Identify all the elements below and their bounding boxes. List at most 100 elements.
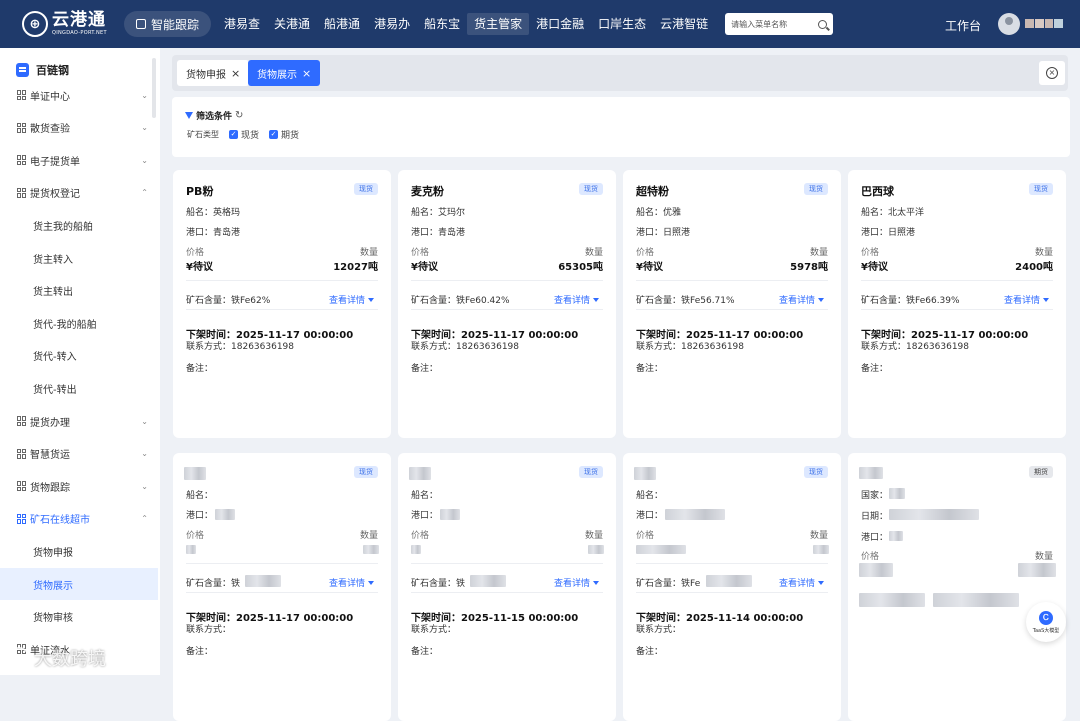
tab-bar: 货物申报 × 货物展示 × × (172, 55, 1068, 91)
redacted-value (859, 467, 883, 479)
redacted-value (1018, 563, 1056, 577)
avatar[interactable] (998, 13, 1020, 35)
port-value: 日照港 (888, 228, 916, 238)
remark-label: 备注： (636, 647, 664, 657)
redacted-value (889, 488, 905, 499)
close-icon[interactable]: × (302, 67, 311, 80)
nav-item[interactable]: 港口金融 (529, 13, 591, 35)
sidebar-item[interactable]: 提货办理 ⌄ (0, 405, 158, 437)
contact-label: 联系方式： (636, 625, 682, 635)
ore-content: 矿石含量：铁Fe (636, 576, 700, 589)
tab-goods-display[interactable]: 货物展示 × (248, 60, 321, 86)
nav-item[interactable]: 港易办 (367, 13, 417, 35)
price-value: ¥待议 (186, 262, 213, 273)
divider (636, 563, 828, 564)
product-card[interactable]: 现货 麦克粉 船名：艾玛尔 港口：青岛港 价格 数量 ¥待议 65305吨 矿石含量：铁Fe60… (398, 170, 616, 438)
close-all-tabs-button[interactable]: × (1039, 61, 1065, 85)
product-card[interactable]: 现货 超特粉 船名：优雅 港口：日照港 价格 数量 ¥待议 5978吨 矿石含量：铁Fe56.7… (623, 170, 841, 438)
product-type-badge: 现货 (354, 466, 378, 478)
view-details-link[interactable]: 查看详情 (554, 576, 599, 589)
ore-prefix: 铁Fe (681, 579, 701, 589)
sidebar-item-label: 货代-转出 (33, 384, 77, 396)
sidebar-item[interactable]: 散货查验 ⌄ (0, 112, 158, 144)
nav-item[interactable]: 关港通 (267, 13, 317, 35)
sidebar-item[interactable]: 提货权登记 ⌃ (0, 177, 158, 209)
port-label: 港口： (861, 228, 889, 238)
port-field: 港口： (636, 508, 663, 521)
workbench-link[interactable]: 工作台 (945, 17, 981, 34)
view-details-link[interactable]: 查看详情 (779, 576, 824, 589)
sidebar-item[interactable]: 货主转出 (0, 275, 158, 307)
nav-item[interactable]: 船东宝 (417, 13, 467, 35)
nav-item-active[interactable]: 货主管家 (467, 13, 530, 35)
sidebar-item[interactable]: 货主我的船舶 (0, 209, 158, 241)
off-shelf-value: 2025-11-15 00:00:00 (461, 613, 579, 624)
contact-field: 联系方式：18263636198 (411, 339, 519, 352)
sidebar-item[interactable]: 货物申报 (0, 535, 158, 567)
refresh-icon[interactable]: ↻ (235, 110, 243, 121)
ship-label: 船名： (636, 208, 664, 218)
sidebar-item[interactable]: 货代-转出 (0, 372, 158, 404)
quantity-label: 数量 (359, 531, 378, 541)
sidebar-item[interactable]: 货代-我的船舶 (0, 307, 158, 339)
nav-item[interactable]: 船港通 (317, 13, 367, 35)
remark-label: 备注： (411, 647, 439, 657)
sidebar-item[interactable]: 矿石在线超市 ⌃ (0, 503, 158, 535)
product-card[interactable]: 现货 船名： 港口： 价格 数量 矿石含量：铁 查看详情 下架时间：2025-11-17 00… (173, 453, 391, 721)
sidebar-item[interactable]: 货物展示 (0, 568, 158, 600)
product-card[interactable]: 现货 船名： 港口： 价格 数量 矿石含量：铁 查看详情 下架时间：2025-11-15 00… (398, 453, 616, 721)
menu-search-input[interactable]: 请输入菜单名称 (725, 13, 834, 35)
product-card[interactable]: 现货 PB粉 船名：英格玛 港口：青岛港 价格 数量 ¥待议 12027吨 矿石含量：铁Fe62… (173, 170, 391, 438)
ore-type-filter: 矿石类型 ✓ 现货 ✓ 期货 (187, 128, 299, 141)
sidebar-item-label: 货代-转入 (33, 352, 77, 364)
grid-icon (17, 513, 27, 524)
taas-assistant-button[interactable]: Ꮯ TaaS大模型 (1026, 602, 1066, 642)
product-type-badge: 现货 (579, 183, 603, 195)
sidebar-item[interactable]: 智慧货运 ⌄ (0, 438, 158, 470)
redacted-value (933, 593, 1019, 607)
ore-value: 铁Fe56.71% (681, 296, 735, 306)
view-details-link[interactable]: 查看详情 (1004, 293, 1049, 306)
sidebar-item[interactable]: 货物审核 (0, 601, 158, 633)
price-value: ¥待议 (636, 262, 663, 273)
tab-goods-declaration[interactable]: 货物申报 × (177, 60, 250, 86)
product-card[interactable]: 期货 国家： 日期： 港口： 价格 数量 (848, 453, 1066, 721)
view-details-link[interactable]: 查看详情 (779, 293, 824, 306)
sidebar-item[interactable]: 货代-转入 (0, 340, 158, 372)
product-card[interactable]: 现货 巴西球 船名：北太平洋 港口：日照港 价格 数量 ¥待议 2400吨 矿石含量：铁Fe66… (848, 170, 1066, 438)
caret-down-icon (593, 580, 599, 585)
funnel-icon (185, 112, 193, 119)
nav-item[interactable]: 口岸生态 (591, 13, 653, 35)
sidebar-item[interactable]: 电子提货单 ⌄ (0, 144, 158, 176)
nav-item[interactable]: 云港智链 (653, 13, 715, 35)
price-label: 价格 (861, 248, 880, 258)
quantity-label: 数量 (809, 531, 828, 541)
filter-title-label: 筛选条件 (196, 112, 233, 122)
remark-label: 备注： (186, 647, 214, 657)
view-details-link[interactable]: 查看详情 (329, 576, 374, 589)
ship-field: 船名： (636, 488, 663, 501)
view-details-link[interactable]: 查看详情 (329, 293, 374, 306)
nav-item[interactable]: 港易查 (217, 13, 267, 35)
sidebar-item[interactable]: 单证中心 ⌄ (0, 79, 158, 111)
futures-checkbox[interactable]: ✓ 期货 (269, 128, 299, 141)
divider (861, 309, 1053, 310)
book-icon (16, 63, 29, 77)
redacted-value (409, 467, 431, 480)
divider (636, 309, 828, 310)
user-name-blurred[interactable] (1025, 19, 1063, 28)
grid-icon (17, 187, 27, 198)
smart-tracking-button[interactable]: 智能跟踪 (124, 11, 212, 37)
search-placeholder: 请输入菜单名称 (731, 19, 788, 29)
view-details-link[interactable]: 查看详情 (554, 293, 599, 306)
product-card[interactable]: 现货 船名： 港口： 价格 数量 矿石含量：铁Fe 查看详情 下架时间：2025-11-14 … (623, 453, 841, 721)
search-icon[interactable] (818, 19, 828, 29)
spot-checkbox[interactable]: ✓ 现货 (229, 128, 259, 141)
close-icon[interactable]: × (231, 67, 240, 80)
check-icon: ✓ (229, 130, 238, 139)
chevron-icon: ⌄ (141, 449, 148, 459)
view-details-label: 查看详情 (328, 296, 365, 306)
sidebar-item[interactable]: 货物跟踪 ⌄ (0, 470, 158, 502)
logo[interactable]: ⊕ 云港通 QINGDAO-PORT.NET (22, 11, 114, 37)
sidebar-item[interactable]: 货主转入 (0, 242, 158, 274)
